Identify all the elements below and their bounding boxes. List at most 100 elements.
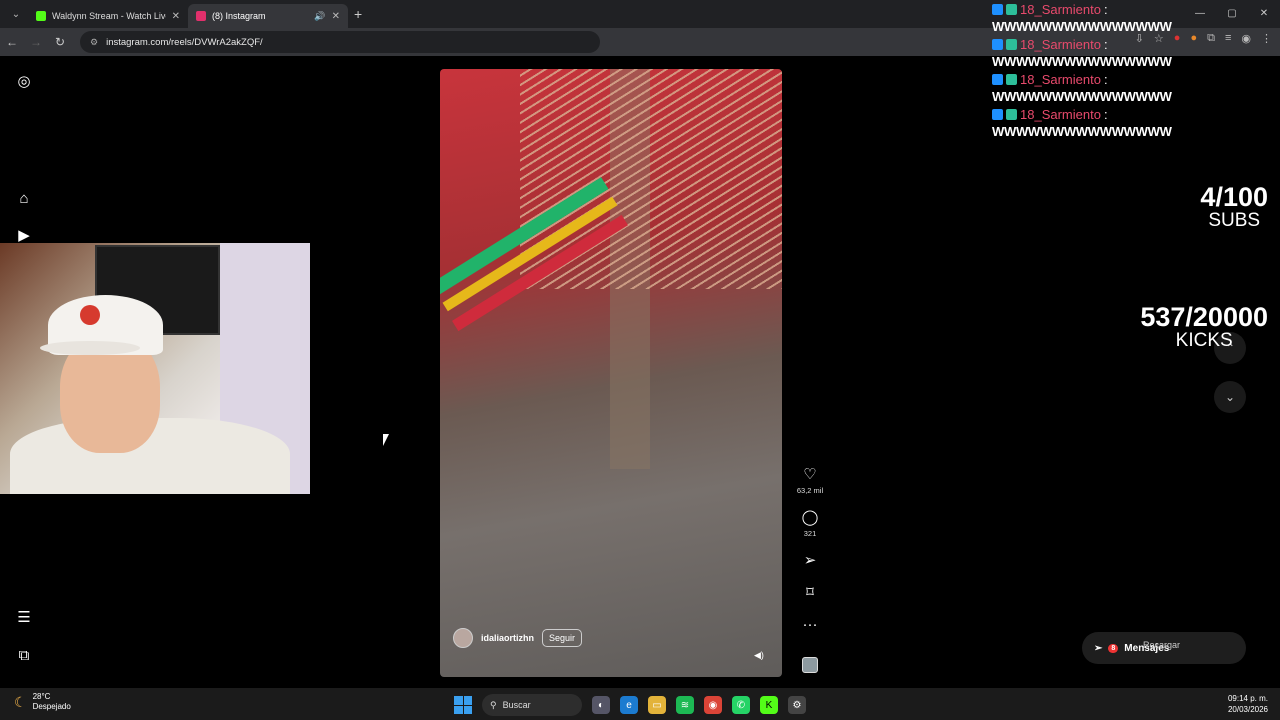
system-clock[interactable]: 09:14 p. m. 20/03/2026 (1228, 693, 1268, 715)
subs-goal-label: SUBS (1208, 210, 1261, 231)
chat-text: WWWWWWWWWWWWWWW (992, 124, 1172, 139)
chrome-icon[interactable]: ◉ (704, 696, 722, 714)
url-text: instagram.com/reels/DVWrA2akZQF/ (106, 36, 263, 48)
stream-chat: 18_Sarmiento : WWWWWWWWWWWWWWW 18_Sarmie… (992, 2, 1192, 142)
maximize-icon[interactable]: ▢ (1216, 0, 1248, 28)
more-apps-icon[interactable]: ⧉ (14, 646, 34, 666)
window-controls: — ▢ ✕ (1184, 0, 1280, 28)
tab-search-icon[interactable]: ⌄ (4, 4, 28, 24)
comment-icon[interactable]: ◯ (802, 509, 819, 527)
chat-text: WWWWWWWWWWWWWWW (992, 54, 1172, 69)
reel-author: idaliaortizhn Seguir (453, 628, 583, 648)
back-icon[interactable]: ← (0, 35, 24, 49)
kick-icon[interactable]: K (760, 696, 778, 714)
new-tab-button[interactable]: + (354, 6, 362, 22)
badge-icon (992, 109, 1003, 120)
more-action: ··· (792, 616, 828, 634)
badge-icon (992, 39, 1003, 50)
taskbar-search[interactable]: ⚲ Buscar (482, 694, 582, 716)
messages-count: 8 (1108, 643, 1119, 653)
badge-icon (1006, 109, 1017, 120)
chat-separator: : (1103, 37, 1108, 52)
badge-icon (992, 4, 1003, 15)
edge-icon[interactable]: e (620, 696, 638, 714)
chat-text: WWWWWWWWWWWWWWW (992, 19, 1172, 34)
reel-video[interactable] (440, 69, 782, 677)
webcam-cap-brim (40, 341, 140, 355)
tab-title: (8) Instagram (212, 11, 266, 21)
site-info-icon[interactable]: ⚙ (90, 37, 98, 48)
chat-username: 18_Sarmiento (1020, 107, 1101, 122)
kicks-goal-value: 537/20000 (1140, 302, 1268, 332)
mouse-cursor (383, 434, 389, 446)
share-icon[interactable]: ➢ (804, 552, 817, 570)
close-tab-icon[interactable]: ✕ (172, 11, 180, 22)
whatsapp-icon[interactable]: ✆ (732, 696, 750, 714)
url-field[interactable]: ⚙ instagram.com/reels/DVWrA2akZQF/ (80, 31, 600, 53)
heart-icon[interactable]: ♡ (803, 466, 816, 484)
kicks-goal-label: KICKS (1175, 330, 1233, 351)
chat-username: 18_Sarmiento (1020, 72, 1101, 87)
subs-goal-value: 4/100 (1200, 182, 1268, 212)
close-window-icon[interactable]: ✕ (1248, 0, 1280, 28)
follow-button[interactable]: Seguir (542, 629, 583, 647)
audio-thumbnail[interactable] (802, 657, 818, 673)
mute-icon[interactable]: ◀) (754, 650, 764, 661)
audio-playing-icon[interactable]: 🔊 (314, 11, 325, 22)
badge-icon (1006, 4, 1017, 15)
badge-icon (1006, 39, 1017, 50)
next-reel-icon[interactable]: ⌄ (1214, 381, 1246, 413)
share-action: ➢ (792, 552, 828, 570)
cap-logo-icon (80, 305, 100, 325)
chat-username: 18_Sarmiento (1020, 37, 1101, 52)
kicks-goal: 537/20000 KICKS (1140, 302, 1268, 352)
weather-widget[interactable]: ☾ 28°C Despejado (14, 692, 71, 712)
forward-icon[interactable]: → (24, 35, 48, 49)
author-name[interactable]: idaliaortizhn (481, 633, 534, 643)
instagram-icon[interactable]: ◎ (14, 72, 34, 92)
clock-date: 20/03/2026 (1227, 705, 1268, 714)
widgets-icon[interactable]: ◐ (592, 696, 610, 714)
chat-message: 18_Sarmiento : WWWWWWWWWWWWWWW (992, 72, 1192, 104)
tab-instagram[interactable]: (8) Instagram 🔊 ✕ (188, 4, 348, 28)
search-icon: ⚲ (490, 699, 497, 710)
taskbar: ☾ 28°C Despejado ⚲ Buscar ◐ e ▭ ≋ ◉ ✆ K … (0, 688, 1280, 720)
bookmark-icon[interactable]: ⌑ (806, 584, 814, 602)
close-tab-icon[interactable]: ✕ (332, 11, 340, 22)
kick-favicon-icon (36, 11, 46, 21)
extensions-puzzle-icon[interactable]: ⧉ (1207, 32, 1215, 45)
temperature: 28°C (32, 692, 51, 701)
reload-icon[interactable]: ↻ (48, 35, 72, 49)
moon-icon: ☾ (14, 693, 27, 710)
more-icon[interactable]: ··· (803, 616, 818, 634)
home-icon[interactable]: ⌂ (14, 189, 34, 209)
chat-message: 18_Sarmiento : WWWWWWWWWWWWWWW (992, 2, 1192, 34)
chat-message: 18_Sarmiento : WWWWWWWWWWWWWWW (992, 107, 1192, 139)
file-explorer-icon[interactable]: ▭ (648, 696, 666, 714)
browser-menu-icon[interactable]: ⋮ (1261, 32, 1272, 45)
like-count: 63,2 mil (796, 486, 824, 495)
media-icon[interactable]: ≡ (1225, 32, 1231, 45)
reload-overlay-label: Recargar (1143, 640, 1181, 650)
chat-separator: : (1103, 72, 1108, 87)
spotify-icon[interactable]: ≋ (676, 696, 694, 714)
send-icon: ➢ (1094, 642, 1103, 654)
instagram-favicon-icon (196, 11, 206, 21)
profile-avatar[interactable]: ◉ (1241, 32, 1251, 45)
streamer-webcam (0, 243, 310, 494)
chat-message: 18_Sarmiento : WWWWWWWWWWWWWWW (992, 37, 1192, 69)
tab-title: Waldynn Stream - Watch Live o (52, 11, 166, 21)
comment-count: 321 (803, 529, 817, 538)
author-avatar[interactable] (453, 628, 473, 648)
windows-start-icon[interactable] (454, 696, 472, 714)
menu-icon[interactable]: ☰ (14, 608, 34, 628)
app-icon[interactable]: ⚙ (788, 696, 806, 714)
reel-actions: ♡ 63,2 mil ◯ 321 ➢ ⌑ ··· (792, 466, 828, 648)
tab-waldynn[interactable]: Waldynn Stream - Watch Live o ✕ (28, 4, 188, 28)
save-action: ⌑ (792, 584, 828, 602)
chat-username: 18_Sarmiento (1020, 2, 1101, 17)
weather-status: Despejado (32, 702, 71, 711)
badge-icon (992, 74, 1003, 85)
search-label: Buscar (502, 700, 531, 710)
chat-separator: : (1103, 2, 1108, 17)
